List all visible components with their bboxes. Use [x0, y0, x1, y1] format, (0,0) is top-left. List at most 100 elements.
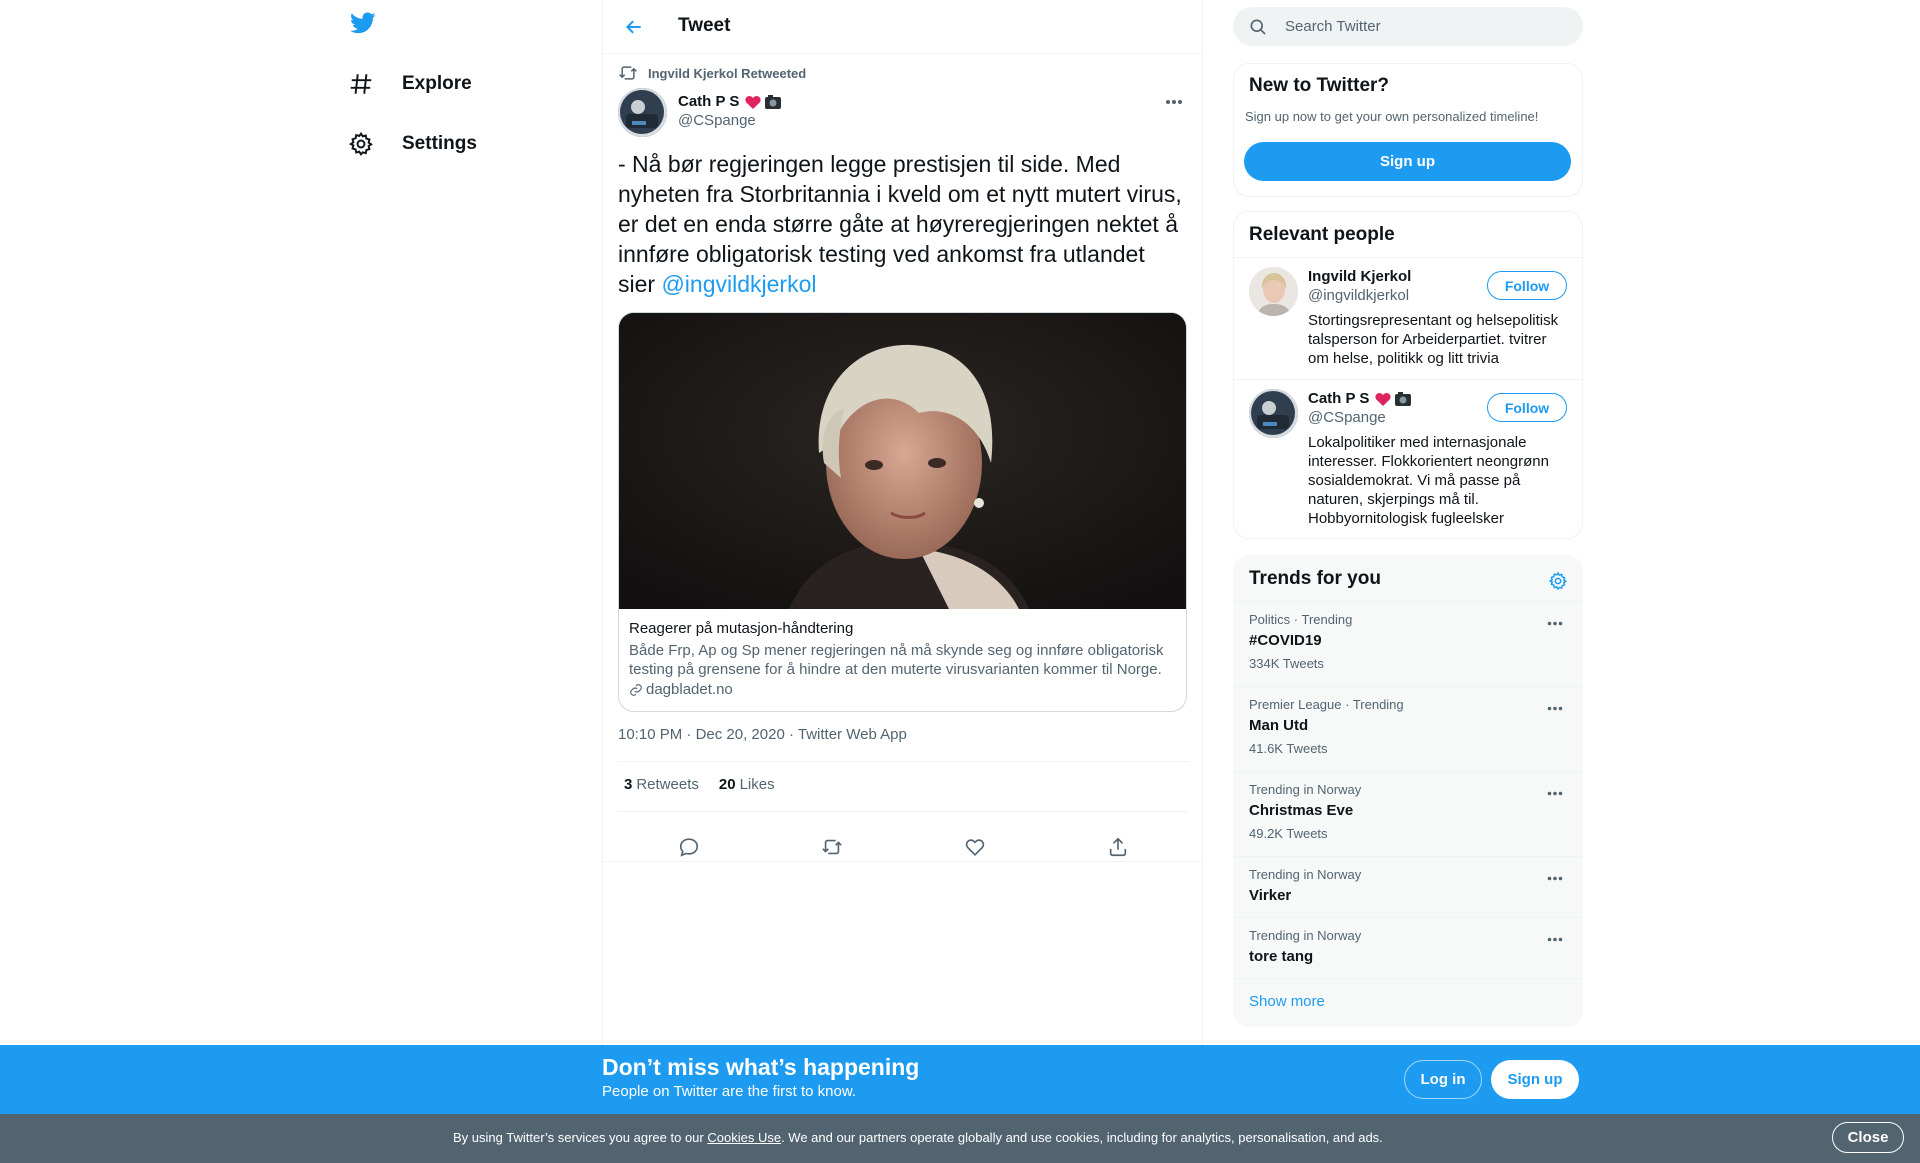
- trend-context: Politics · Trending: [1249, 612, 1353, 627]
- retweets-stat[interactable]: 3 Retweets: [624, 776, 699, 793]
- trend-name: Man Utd: [1249, 717, 1309, 734]
- back-button[interactable]: [620, 13, 648, 41]
- log-in-button[interactable]: Log in: [1404, 1060, 1482, 1099]
- trend-more-button[interactable]: [1542, 614, 1568, 632]
- hashtag-icon: [342, 65, 380, 103]
- more-dots-icon: [1547, 621, 1563, 626]
- author-handle[interactable]: @CSpange: [678, 112, 756, 129]
- trend-item[interactable]: Trending in Norway Virker: [1234, 856, 1582, 917]
- card-title: Reagerer på mutasjon-håndtering: [629, 620, 854, 637]
- author-name[interactable]: Cath P S: [678, 93, 782, 110]
- more-dots-icon: [1165, 99, 1183, 105]
- trend-name: #COVID19: [1249, 632, 1322, 649]
- trend-count: 41.6K Tweets: [1249, 741, 1328, 756]
- nav-item-settings[interactable]: Settings: [342, 122, 477, 166]
- new-to-twitter-panel: New to Twitter? Sign up now to get your …: [1233, 63, 1583, 197]
- panel-title: Trends for you: [1249, 568, 1381, 589]
- trend-name: tore tang: [1249, 948, 1314, 965]
- trend-item[interactable]: Trending in Norway Christmas Eve 49.2K T…: [1234, 771, 1582, 856]
- trend-name: Christmas Eve: [1249, 802, 1354, 819]
- likes-stat[interactable]: 20 Likes: [719, 776, 775, 793]
- tweet-stats: 3 Retweets 20 Likes: [624, 776, 795, 793]
- tweet-date[interactable]: Dec 20, 2020: [696, 726, 785, 743]
- avatar[interactable]: [1249, 389, 1298, 438]
- tweet-time[interactable]: 10:10 PM: [618, 726, 682, 743]
- tweet-more-button[interactable]: [1160, 92, 1188, 112]
- show-more-link[interactable]: Show more: [1249, 993, 1325, 1010]
- gear-icon: [1548, 571, 1568, 591]
- panel-title: Relevant people: [1249, 224, 1395, 245]
- person-handle[interactable]: @CSpange: [1308, 409, 1386, 426]
- link-card[interactable]: Reagerer på mutasjon-håndtering Både Frp…: [618, 312, 1187, 712]
- heart-camera-emoji-icon: [1374, 391, 1412, 407]
- trend-context: Premier League · Trending: [1249, 697, 1404, 712]
- card-description: Både Frp, Ap og Sp mener regjeringen nå …: [629, 642, 1164, 678]
- trend-more-button[interactable]: [1542, 699, 1568, 717]
- share-button[interactable]: [1101, 830, 1135, 864]
- banner-subtitle: People on Twitter are the first to know.: [602, 1083, 857, 1100]
- cookie-close-button[interactable]: Close: [1832, 1122, 1904, 1153]
- person-name[interactable]: Cath P S: [1308, 390, 1412, 407]
- panel-subtitle: Sign up now to get your own personalized…: [1245, 109, 1539, 124]
- cookie-text-before: By using Twitter’s services you agree to…: [453, 1130, 708, 1145]
- divider: [603, 861, 1202, 862]
- nav-item-label: Explore: [402, 73, 472, 94]
- trend-more-button[interactable]: [1542, 784, 1568, 802]
- trend-context: Trending in Norway: [1249, 867, 1362, 882]
- heart-camera-emoji-icon: [744, 94, 782, 110]
- card-domain: dagbladet.no: [629, 681, 1176, 698]
- search-box[interactable]: [1233, 7, 1583, 46]
- avatar[interactable]: [1249, 267, 1298, 316]
- person-name[interactable]: Ingvild Kjerkol: [1308, 268, 1411, 285]
- more-dots-icon: [1547, 876, 1563, 881]
- page-title: Tweet: [678, 15, 731, 36]
- divider: [618, 811, 1189, 812]
- retweet-icon: [618, 63, 638, 83]
- tweet-source[interactable]: Twitter Web App: [798, 726, 907, 743]
- reply-button[interactable]: [672, 830, 706, 864]
- likes-label: Likes: [739, 776, 775, 793]
- person-card[interactable]: Ingvild Kjerkol @ingvildkjerkol Storting…: [1234, 257, 1582, 379]
- person-handle[interactable]: @ingvildkjerkol: [1308, 287, 1409, 304]
- divider: [618, 761, 1189, 762]
- search-icon: [1248, 17, 1268, 37]
- card-image: [619, 313, 1186, 609]
- avatar[interactable]: [618, 88, 667, 137]
- follow-button[interactable]: Follow: [1487, 271, 1567, 300]
- trend-more-button[interactable]: [1542, 869, 1568, 887]
- trends-settings-button[interactable]: [1544, 567, 1572, 595]
- like-button[interactable]: [958, 830, 992, 864]
- card-domain-text: dagbladet.no: [646, 681, 733, 698]
- cookie-text: By using Twitter’s services you agree to…: [453, 1130, 1383, 1145]
- retweet-context[interactable]: Ingvild Kjerkol Retweeted: [618, 63, 806, 83]
- retweets-label: Retweets: [636, 776, 699, 793]
- banner-sign-up-button[interactable]: Sign up: [1491, 1060, 1579, 1099]
- share-icon: [1107, 836, 1129, 858]
- more-dots-icon: [1547, 706, 1563, 711]
- trend-item[interactable]: Premier League · Trending Man Utd 41.6K …: [1234, 686, 1582, 771]
- relevant-people-panel: Relevant people Ingvild Kjerkol @ingvild…: [1233, 211, 1583, 539]
- meta-separator: ·: [686, 726, 692, 743]
- person-card[interactable]: Cath P S @CSpange Lokalpolitiker med int…: [1234, 379, 1582, 539]
- twitter-bird-icon[interactable]: [348, 10, 390, 44]
- person-bio: Lokalpolitiker med internasjonale intere…: [1308, 434, 1549, 527]
- trend-more-button[interactable]: [1542, 930, 1568, 948]
- trend-item[interactable]: Trending in Norway tore tang: [1234, 917, 1582, 978]
- cookies-use-link[interactable]: Cookies Use: [707, 1130, 781, 1145]
- search-input[interactable]: [1285, 18, 1565, 35]
- sign-up-button[interactable]: Sign up: [1244, 142, 1571, 181]
- mention-link[interactable]: @ingvildkjerkol: [661, 271, 816, 297]
- retweets-count: 3: [624, 776, 633, 793]
- more-dots-icon: [1547, 791, 1563, 796]
- follow-button[interactable]: Follow: [1487, 393, 1567, 422]
- arrow-left-icon: [624, 17, 644, 37]
- nav-item-explore[interactable]: Explore: [342, 62, 472, 106]
- tweet-meta: 10:10 PM · Dec 20, 2020 · Twitter Web Ap…: [618, 726, 907, 743]
- gear-icon: [342, 125, 380, 163]
- card-body: Reagerer på mutasjon-håndtering Både Frp…: [619, 609, 1186, 708]
- person-name-text: Cath P S: [1308, 390, 1370, 407]
- retweet-button[interactable]: [815, 830, 849, 864]
- trend-count: 334K Tweets: [1249, 656, 1324, 671]
- panel-title: New to Twitter?: [1249, 75, 1390, 96]
- trend-item[interactable]: Politics · Trending #COVID19 334K Tweets: [1234, 601, 1582, 686]
